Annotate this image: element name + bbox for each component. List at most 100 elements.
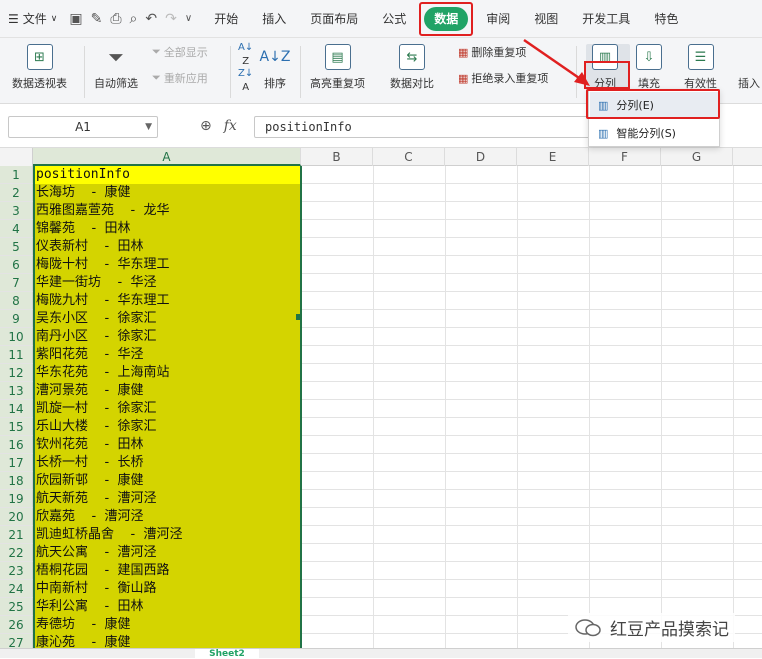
row-number[interactable]: 3 [0,202,33,220]
row-number[interactable]: 14 [0,400,33,418]
tab-page-layout[interactable]: 页面布局 [298,7,370,31]
empty-cells[interactable] [301,310,762,328]
print-preview-icon[interactable]: ⌕ [130,11,138,27]
split-column-button[interactable]: ▥ 分列 [592,44,618,91]
column-header-c[interactable]: C [373,148,445,166]
undo-icon[interactable]: ↶ [145,11,157,27]
cell-a[interactable]: 长桥一村 - 长桥 [33,454,301,472]
empty-cells[interactable] [301,418,762,436]
empty-cells[interactable] [301,346,762,364]
empty-cells[interactable] [301,220,762,238]
empty-cells[interactable] [301,562,762,580]
row-number[interactable]: 13 [0,382,33,400]
reapply-button[interactable]: ⏷ 重新应用 [152,70,208,86]
sort-button[interactable]: A↓Z 排序 [260,44,291,91]
cell-a[interactable]: 长海坊 - 康健 [33,184,301,202]
tab-data[interactable]: 数据 [419,1,474,36]
highlight-duplicates-button[interactable]: ▤ 高亮重复项 [310,44,365,91]
empty-cells[interactable] [301,400,762,418]
column-header-b[interactable]: B [301,148,373,166]
cell-a[interactable]: 乐山大楼 - 徐家汇 [33,418,301,436]
cell-a[interactable]: 华建一街坊 - 华泾 [33,274,301,292]
cell-a[interactable]: 梅陇十村 - 华东理工 [33,256,301,274]
row-number[interactable]: 19 [0,490,33,508]
select-all-corner[interactable] [0,148,33,166]
cell-a[interactable]: 中南新村 - 衡山路 [33,580,301,598]
cell-a[interactable]: 南丹小区 - 徐家汇 [33,328,301,346]
tab-formula[interactable]: 公式 [370,7,418,31]
cell-a[interactable]: 欣嘉苑 - 漕河泾 [33,508,301,526]
row-number[interactable]: 17 [0,454,33,472]
cell-a[interactable]: 航天公寓 - 漕河泾 [33,544,301,562]
file-menu[interactable]: ☰ 文件 ∨ [0,0,63,37]
row-number[interactable]: 20 [0,508,33,526]
row-number[interactable]: 11 [0,346,33,364]
row-number[interactable]: 5 [0,238,33,256]
cell-a[interactable]: 航天新苑 - 漕河泾 [33,490,301,508]
empty-cells[interactable] [301,508,762,526]
cell-a[interactable]: 锦馨苑 - 田林 [33,220,301,238]
save-icon[interactable]: ▣ [69,11,82,27]
row-number[interactable]: 9 [0,310,33,328]
fx-icon[interactable]: fx [224,118,237,134]
empty-cells[interactable] [301,256,762,274]
smart-split-menu-item[interactable]: ▥ 智能分列(S) [590,120,720,146]
cell-a[interactable]: 寿德坊 - 康健 [33,616,301,634]
empty-cells[interactable] [301,274,762,292]
empty-cells[interactable] [301,436,762,454]
row-number[interactable]: 16 [0,436,33,454]
column-header-d[interactable]: D [445,148,517,166]
empty-cells[interactable] [301,544,762,562]
insert-dropdown-button[interactable]: 插入 [736,44,762,91]
reject-duplicates-button[interactable]: ▦ 拒绝录入重复项 [458,70,548,86]
row-number[interactable]: 4 [0,220,33,238]
column-header-e[interactable]: E [517,148,589,166]
column-header-g[interactable]: G [661,148,733,166]
empty-cells[interactable] [301,364,762,382]
empty-cells[interactable] [301,454,762,472]
row-number[interactable]: 21 [0,526,33,544]
row-number[interactable]: 12 [0,364,33,382]
empty-cells[interactable] [301,202,762,220]
row-number[interactable]: 15 [0,418,33,436]
row-number[interactable]: 7 [0,274,33,292]
empty-cells[interactable] [301,382,762,400]
row-number[interactable]: 25 [0,598,33,616]
row-number[interactable]: 1 [0,166,33,184]
empty-cells[interactable] [301,490,762,508]
formula-input[interactable]: positionInfo [254,116,594,138]
row-number[interactable]: 23 [0,562,33,580]
format-painter-icon[interactable]: ✎ [91,11,103,27]
cell-a[interactable]: 华东花苑 - 上海南站 [33,364,301,382]
cell-a[interactable]: 梧桐花园 - 建国西路 [33,562,301,580]
row-number[interactable]: 18 [0,472,33,490]
show-all-button[interactable]: ⏷ 全部显示 [152,44,208,60]
empty-cells[interactable] [301,580,762,598]
cell-a[interactable]: positionInfo [33,166,301,184]
empty-cells[interactable] [301,292,762,310]
empty-cells[interactable] [301,472,762,490]
column-header-f[interactable]: F [589,148,661,166]
sort-descending-icon[interactable]: Z↓ A [238,68,253,93]
empty-cells[interactable] [301,166,762,184]
row-number[interactable]: 10 [0,328,33,346]
cell-a[interactable]: 吴东小区 - 徐家汇 [33,310,301,328]
pivot-table-button[interactable]: ⊞ 数据透视表 [12,44,67,91]
zoom-icon[interactable]: ⊕ [200,118,212,134]
cell-a[interactable]: 欣园新邨 - 康健 [33,472,301,490]
cell-a[interactable]: 凯旋一村 - 徐家汇 [33,400,301,418]
row-number[interactable]: 8 [0,292,33,310]
remove-duplicates-button[interactable]: ▦ 删除重复项 [458,44,526,60]
redo-icon[interactable]: ↷ [165,11,177,27]
cell-a[interactable]: 梅陇九村 - 华东理工 [33,292,301,310]
data-compare-button[interactable]: ⇆ 数据对比 [390,44,434,91]
row-number[interactable]: 22 [0,544,33,562]
cell-a[interactable]: 紫阳花苑 - 华泾 [33,346,301,364]
row-number[interactable]: 24 [0,580,33,598]
autofilter-button[interactable]: ⏷ 自动筛选 [94,44,138,91]
empty-cells[interactable] [301,238,762,256]
cell-a[interactable]: 仪表新村 - 田林 [33,238,301,256]
name-box[interactable]: A1 ▼ [8,116,158,138]
cell-a[interactable]: 凯迪虹桥晶舍 - 漕河泾 [33,526,301,544]
row-number[interactable]: 6 [0,256,33,274]
